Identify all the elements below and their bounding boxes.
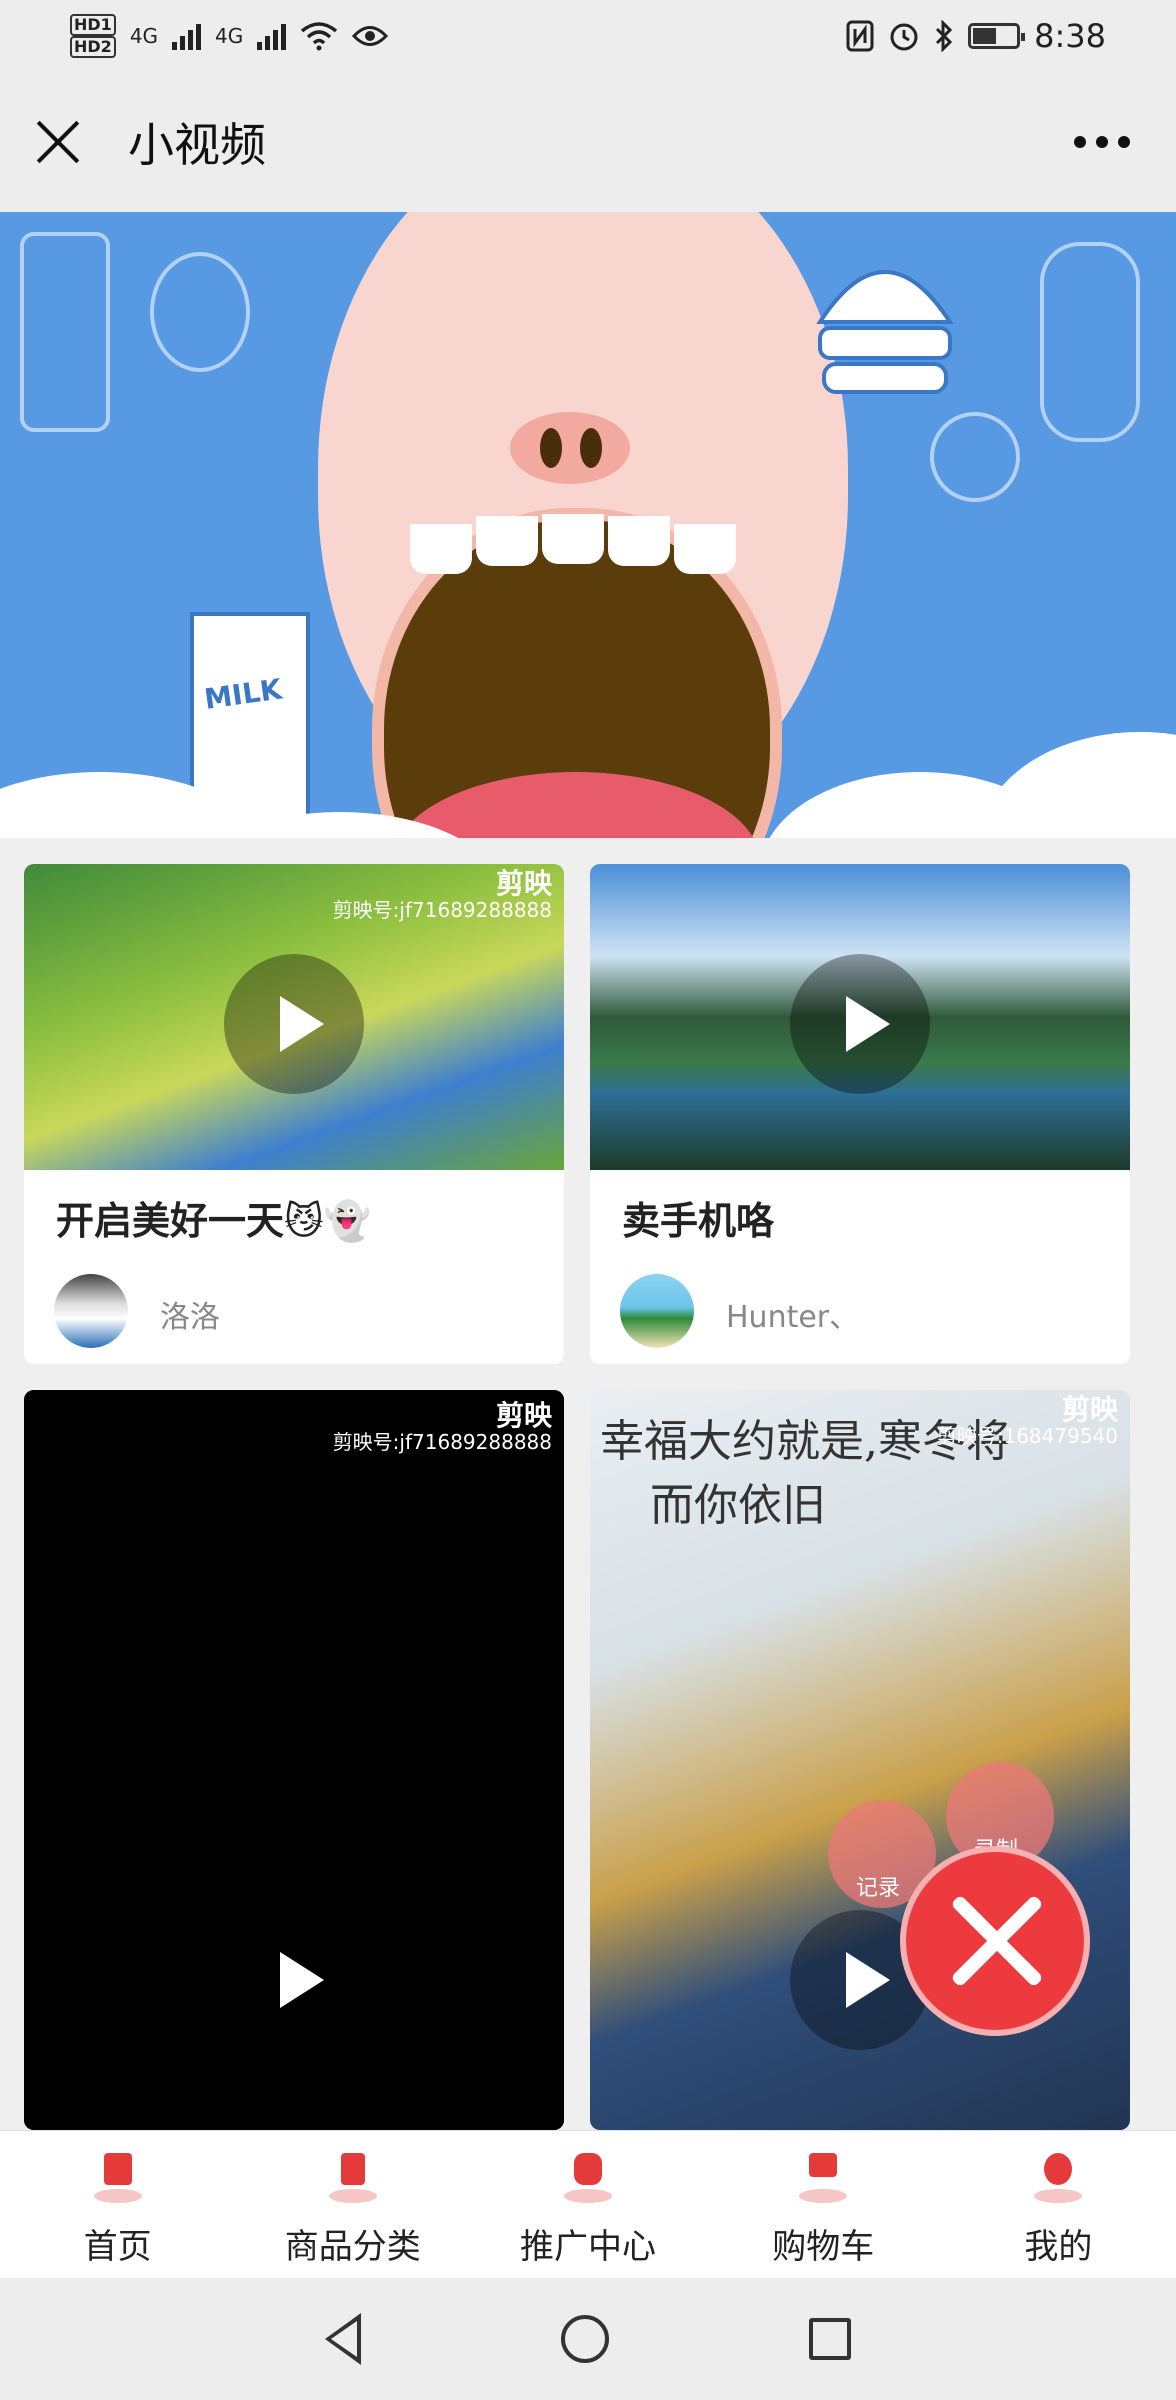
- signal-2-icon: [257, 22, 287, 50]
- cartoon-nose: [510, 412, 630, 484]
- signal-1-icon: [172, 22, 202, 50]
- close-icon[interactable]: [34, 118, 82, 166]
- tooth: [476, 516, 538, 566]
- cart-icon: [795, 2149, 851, 2205]
- bottom-tab-bar: 首页 商品分类 推广中心 购物车 我的: [0, 2130, 1176, 2278]
- watermark-brand: 剪映: [1061, 1393, 1118, 1426]
- clock: 8:38: [1034, 17, 1106, 55]
- battery-fill: [973, 28, 997, 44]
- coins-icon: [560, 2149, 616, 2205]
- status-right: 8:38: [846, 17, 1106, 55]
- status-bar: HD1 HD2 4G 4G 8:38: [0, 0, 1176, 72]
- tab-profile[interactable]: 我的: [941, 2131, 1176, 2278]
- nfc-icon: [846, 20, 874, 52]
- cloud: [980, 732, 1176, 838]
- video-title: 卖手机咯: [622, 1199, 775, 1243]
- battery-icon: [968, 23, 1026, 49]
- milk-text: MILK: [202, 672, 284, 716]
- tab-label: 推广中心: [520, 2227, 656, 2267]
- status-left: HD1 HD2 4G 4G: [70, 14, 389, 58]
- video-card[interactable]: 剪映 剪映号:jf71689288888: [24, 1390, 564, 2130]
- watermark-id: 剪映号:jf71689288888: [332, 1430, 552, 1454]
- video-watermark: 剪映 剪映号:jf71689288888: [332, 1402, 552, 1455]
- video-card[interactable]: 剪映 剪映号:jf71689288888 开启美好一天😼👻 洛洛: [24, 864, 564, 1364]
- overlay-line-2: 而你依旧: [650, 1480, 826, 1531]
- tab-label: 我的: [1024, 2227, 1093, 2267]
- tooth: [410, 524, 472, 574]
- avatar[interactable]: [620, 1274, 694, 1348]
- tab-label: 首页: [83, 2227, 152, 2267]
- tooth: [608, 516, 670, 566]
- record-label: 记录: [856, 1876, 901, 1901]
- burger-doodle-icon: [816, 270, 954, 394]
- fork-doodle-icon: [20, 232, 110, 432]
- bluetooth-icon: [936, 20, 953, 52]
- tooth: [674, 524, 736, 574]
- page-title: 小视频: [128, 118, 266, 172]
- tab-promotion[interactable]: 推广中心: [470, 2131, 705, 2278]
- avatar[interactable]: [54, 1274, 128, 1348]
- more-options-button[interactable]: [1062, 126, 1142, 158]
- network-1-label: 4G: [129, 24, 159, 48]
- play-icon[interactable]: [224, 1910, 364, 2050]
- play-icon[interactable]: [224, 954, 364, 1094]
- wifi-icon: [301, 22, 338, 51]
- hd-2-label: HD2: [70, 36, 116, 58]
- alarm-icon: [890, 23, 918, 51]
- glass-doodle-icon: [150, 252, 250, 372]
- banner-carousel[interactable]: MILK: [0, 212, 1176, 838]
- tab-label: 购物车: [772, 2227, 875, 2267]
- watermark-brand: 剪映: [495, 867, 552, 900]
- watermark-brand: 剪映: [495, 1399, 552, 1432]
- tab-label: 商品分类: [284, 2227, 421, 2267]
- user-icon: [1030, 2149, 1086, 2205]
- author-name[interactable]: 洛洛: [160, 1292, 220, 1336]
- bottle-doodle-icon: [1040, 242, 1140, 442]
- chart-icon: [325, 2149, 381, 2205]
- network-2-label: 4G: [215, 24, 244, 48]
- recents-icon[interactable]: [809, 2318, 851, 2360]
- tab-categories[interactable]: 商品分类: [235, 2131, 470, 2278]
- page-header: 小视频: [0, 72, 1176, 212]
- author-name[interactable]: Hunter、: [726, 1292, 859, 1336]
- play-icon[interactable]: [790, 954, 930, 1094]
- video-watermark: 剪映 剪映号:jf71689288888: [332, 870, 552, 923]
- hd-indicator: HD1 HD2: [70, 14, 116, 58]
- back-icon[interactable]: [325, 2313, 361, 2365]
- tooth: [542, 514, 604, 564]
- hd-1-label: HD1: [70, 14, 116, 36]
- video-card[interactable]: 卖手机咯 Hunter、: [590, 864, 1130, 1364]
- video-watermark: 剪映 剪映号:168479540: [936, 1396, 1118, 1449]
- bank-icon: [90, 2149, 146, 2205]
- watermark-id: 剪映号:jf71689288888: [332, 898, 552, 922]
- system-nav-bar: [0, 2278, 1176, 2400]
- close-menu-button[interactable]: [900, 1846, 1090, 2036]
- home-icon[interactable]: [561, 2315, 609, 2363]
- eye-icon: [352, 26, 389, 46]
- video-title: 开启美好一天😼👻: [56, 1199, 371, 1243]
- nostril: [540, 428, 562, 468]
- watermark-id: 剪映号:168479540: [936, 1424, 1118, 1448]
- tab-cart[interactable]: 购物车: [706, 2131, 941, 2278]
- tab-home[interactable]: 首页: [0, 2131, 235, 2278]
- nostril: [580, 428, 602, 468]
